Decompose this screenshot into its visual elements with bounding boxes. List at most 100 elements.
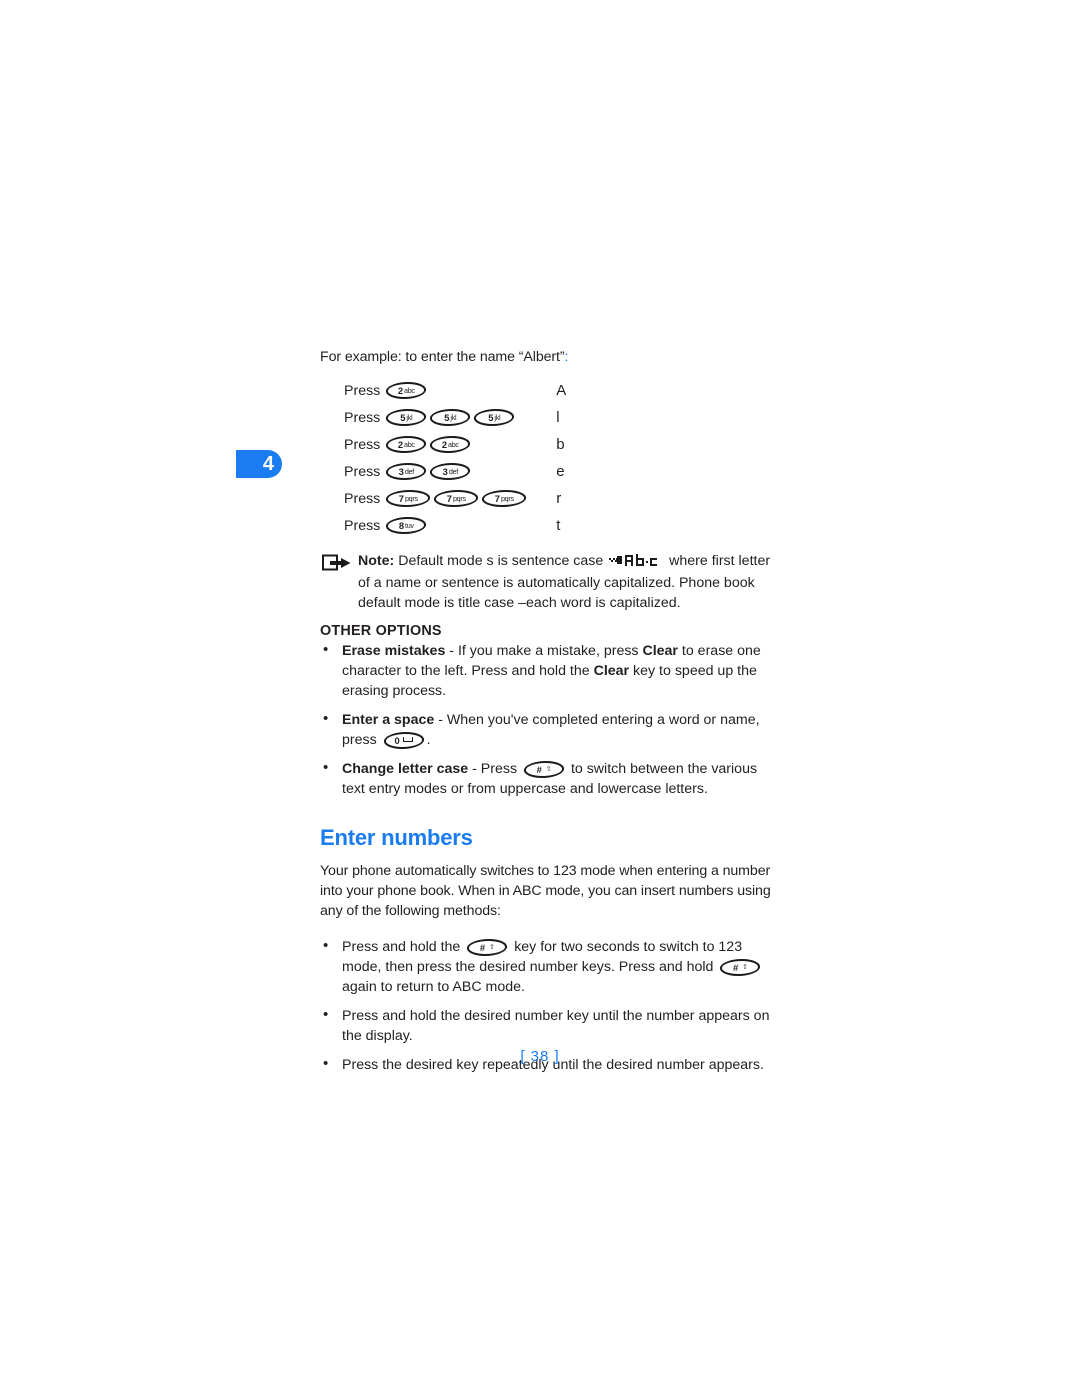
press-sequence-row: Press 5 jkl 5 jkl 5 jkl l [344,404,566,431]
press-sequence-row: Press 2 abc A [344,377,566,404]
key-number: 3 [442,465,448,477]
key-number: 8 [398,519,404,531]
key-glyph: # ⇧ [524,761,564,778]
key-7-pqrs: 7 pqrs [432,489,481,507]
key-glyph: 0 [384,732,424,749]
key-3-def: 3 def [384,462,429,480]
key-glyph: 7 pqrs [434,490,478,507]
key-shift-mark-icon: ⇧ [545,765,552,773]
option-term: Enter a space [342,712,435,728]
key-5-jkl: 5 jkl [472,408,517,426]
press-keys-cell: 8 tuv [384,512,544,539]
note-label: Note: [358,553,395,569]
option-term: Erase mistakes [342,643,446,659]
press-sequence-body: Press 2 abc A Press 5 jkl 5 jkl 5 jkl l Press 2 abc 2 ab… [344,377,566,539]
chapter-tab-number: 4 [262,452,274,475]
key-number: # [479,941,485,953]
key-glyph: 2 abc [386,382,426,399]
press-result-letter: b [556,436,565,453]
press-result-letter: l [556,409,560,426]
press-sequence-row: Press 7 pqrs 7 pqrs 7 pqrs r [344,485,566,512]
note-part-one: Default mode s is sentence case [394,553,608,569]
press-result-letter: r [556,490,562,507]
key-2-abc: 2 abc [428,435,473,453]
key-glyph: 2 abc [386,436,426,453]
press-result-letter: t [556,517,561,534]
list-item: Change letter case - Press #⇧ to switch … [320,758,772,799]
key-7-pqrs: 7 pqrs [480,489,529,507]
key-5-jkl: 5 jkl [428,408,473,426]
key-glyph: 3 def [430,463,470,480]
key-letters: abc [404,439,415,449]
press-keys-cell: 7 pqrs 7 pqrs 7 pqrs [384,485,544,512]
key-number: # [536,763,542,775]
press-label: Press [344,382,381,399]
key-glyph: 8 tuv [386,517,426,534]
key-letters: tuv [405,520,414,530]
press-label: Press [344,517,381,534]
key-letters: def [448,466,458,476]
press-sequence-row: Press 8 tuv t [344,512,566,539]
key-number: 5 [400,411,406,423]
key-letters: pqrs [500,493,514,503]
enter-numbers-heading: Enter numbers [320,825,473,850]
chapter-tab: 4 [236,450,282,478]
press-keys-cell: 2 abc 2 abc [384,431,544,458]
press-sequence-row: Press 2 abc 2 abc b [344,431,566,458]
press-label: Press [344,490,381,507]
key-letters: pqrs [452,493,466,503]
key-5-jkl: 5 jkl [384,408,429,426]
key-8-tuv: 8 tuv [384,516,429,534]
press-label: Press [344,436,381,453]
press-result-letter: A [556,382,567,399]
key-number: 7 [446,492,452,504]
press-label: Press [344,463,381,480]
note-block: Note: Default mode s is sentence case wh… [320,551,772,613]
key-number: 7 [494,492,500,504]
press-result-letter: e [556,463,565,480]
key-7-pqrs: 7 pqrs [384,489,433,507]
key-glyph: 2 abc [430,436,470,453]
key-number: 5 [444,411,450,423]
example-intro-text: For example: to enter the name “Albert” [320,349,565,365]
abc-mode-indicator-icon [609,553,663,573]
key-#-shift: # ⇧ [465,938,510,956]
list-item: Press and hold the desired number key un… [320,1005,772,1046]
key-glyph: # ⇧ [720,959,760,976]
press-keys-cell: 2 abc [384,377,544,404]
key-3-def: 3 def [428,462,473,480]
key-glyph: # ⇧ [467,939,507,956]
key-letters: pqrs [404,493,418,503]
other-options-list: Erase mistakes - If you make a mistake, … [320,640,772,799]
softkey-name: Clear [593,663,630,679]
list-item: Enter a space - When you've completed en… [320,709,772,750]
key-letters: abc [448,439,459,449]
key-shift-mark-icon: ⇧ [742,963,748,971]
page-number: [ 38 ] [520,1048,560,1065]
key-glyph: 3 def [386,463,426,480]
key-number: 3 [398,465,404,477]
key-glyph: 5 jkl [430,409,470,426]
key-number: 5 [488,411,494,423]
press-sequence-row: Press 3 def 3 def e [344,458,566,485]
key-space-mark-icon [402,736,413,742]
softkey-name: Clear [642,643,678,659]
key-number: 2 [397,438,403,450]
key-#-shift: # ⇧ [522,760,566,778]
enter-numbers-paragraph: Your phone automatically switches to 123… [320,863,771,919]
key-glyph: 7 pqrs [386,490,430,507]
key-number: # [732,961,738,973]
example-intro-colon: : [564,349,569,365]
page-content: For example: to enter the name “Albert”:… [320,347,772,1084]
key-number: 0 [394,734,400,746]
list-item: Erase mistakes - If you make a mistake, … [320,640,772,701]
example-intro: For example: to enter the name “Albert”: [320,347,772,367]
key-letters: jkl [450,412,457,422]
press-sequence-table: Press 2 abc A Press 5 jkl 5 jkl 5 jkl l Press 2 abc 2 ab… [344,377,566,539]
key-2-abc: 2 abc [384,435,429,453]
key-glyph: 5 jkl [386,409,426,426]
key-letters: def [404,466,414,476]
list-item: Press and hold the #⇧ key for two second… [320,936,772,997]
key-letters: jkl [406,412,413,422]
key-number: 2 [441,438,447,450]
